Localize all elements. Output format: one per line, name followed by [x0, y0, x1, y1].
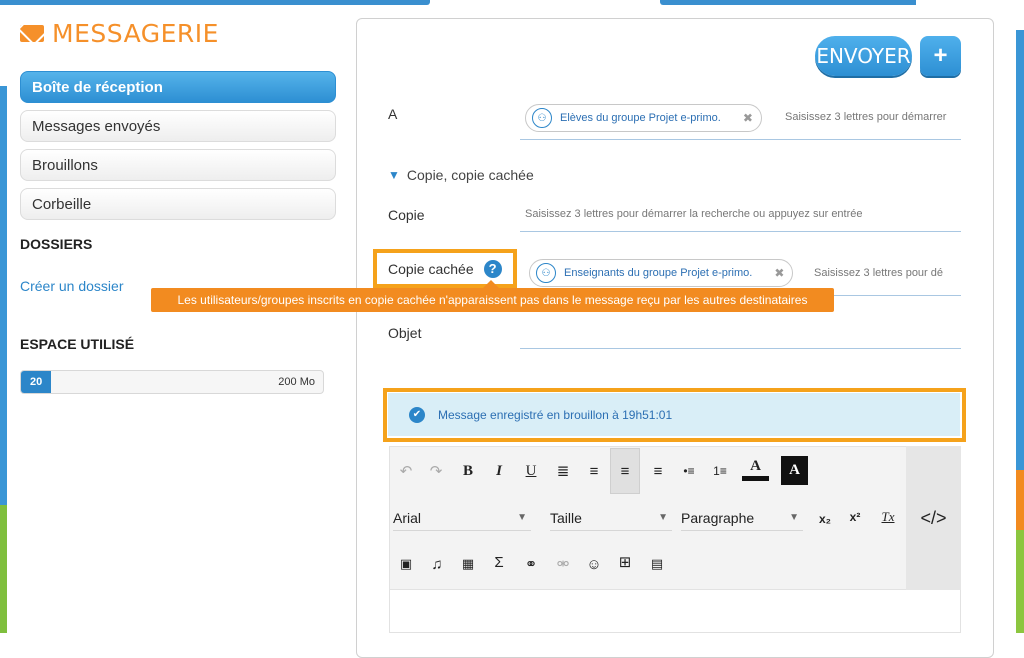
to-label: A — [388, 106, 398, 122]
to-underline — [520, 139, 961, 140]
top-decoration-bar — [660, 0, 916, 5]
numbered-list-icon[interactable]: 1≡ — [708, 459, 732, 483]
music-icon[interactable]: ♫ — [425, 552, 449, 576]
font-family-select[interactable]: Arial ▼ — [393, 505, 531, 531]
chevron-down-icon: ▼ — [658, 512, 668, 523]
clear-format-button[interactable]: Tx — [876, 505, 900, 529]
left-decoration-green — [0, 505, 7, 633]
document-icon[interactable]: ▤ — [645, 552, 669, 576]
text-color-icon[interactable]: A — [742, 457, 769, 481]
bcc-tooltip: Les utilisateurs/groupes inscrits en cop… — [151, 288, 834, 312]
link-icon[interactable]: ⚭ — [519, 552, 543, 576]
sidebar-item-drafts[interactable]: Brouillons — [20, 149, 336, 181]
superscript-button[interactable]: x² — [843, 505, 867, 529]
group-icon: ⚇ — [536, 263, 556, 283]
table-icon[interactable]: ⊞ — [613, 550, 637, 574]
subscript-button[interactable]: x₂ — [813, 507, 837, 531]
align-right-icon[interactable]: ≡ — [646, 459, 670, 483]
font-size-value: Taille — [550, 509, 582, 526]
draft-notice-text: Message enregistré en brouillon à 19h51:… — [438, 407, 673, 422]
undo-icon[interactable]: ↶ — [394, 459, 418, 483]
envelope-icon — [20, 24, 44, 42]
right-decoration-orange — [1016, 470, 1024, 530]
remove-chip-icon[interactable]: ✖ — [743, 111, 753, 125]
chevron-down-icon: ▼ — [789, 512, 799, 523]
background-color-icon[interactable]: A — [781, 456, 808, 485]
sidebar-item-label: Corbeille — [32, 195, 92, 213]
storage-used-value: 20 — [21, 371, 52, 393]
italic-button[interactable]: I — [487, 459, 511, 483]
bullet-list-icon[interactable]: •≡ — [677, 459, 701, 483]
bcc-search-input[interactable]: Saisissez 3 lettres pour dé — [814, 267, 961, 279]
video-icon[interactable]: ▦ — [456, 552, 480, 576]
cc-label: Copie — [388, 207, 425, 223]
sidebar-item-sent[interactable]: Messages envoyés — [20, 110, 336, 142]
remove-chip-icon[interactable]: ✖ — [774, 266, 784, 280]
redo-icon[interactable]: ↷ — [424, 459, 448, 483]
unlink-icon[interactable]: ⚮ — [551, 552, 575, 576]
subject-input[interactable] — [520, 348, 961, 349]
create-folder-link[interactable]: Créer un dossier — [20, 278, 124, 294]
format-select[interactable]: Paragraphe ▼ — [681, 505, 803, 531]
storage-usage-bar: 20 200 Mo — [20, 370, 324, 394]
align-center-icon[interactable]: ≡ — [582, 459, 606, 483]
bcc-recipient-chip[interactable]: ⚇ Enseignants du groupe Projet e-primo. … — [529, 259, 794, 287]
to-search-input[interactable]: Saisissez 3 lettres pour démarrer — [785, 111, 961, 123]
image-icon[interactable]: ▣ — [394, 552, 418, 576]
recipient-chip-label: Elèves du groupe Projet e-primo. — [560, 112, 721, 124]
font-size-select[interactable]: Taille ▼ — [550, 505, 672, 531]
bcc-chip-label: Enseignants du groupe Projet e-primo. — [564, 267, 753, 279]
chevron-down-icon: ▼ — [517, 512, 527, 523]
sidebar-item-trash[interactable]: Corbeille — [20, 188, 336, 220]
storage-total-value: 200 Mo — [278, 376, 315, 388]
cc-toggle-label: Copie, copie cachée — [406, 167, 534, 183]
align-left-icon[interactable]: ≡ — [610, 448, 640, 494]
sidebar-item-inbox[interactable]: Boîte de réception — [20, 71, 336, 103]
storage-heading: ESPACE UTILISÉ — [20, 336, 135, 352]
justify-icon[interactable]: ≣ — [551, 459, 575, 483]
recipient-chip[interactable]: ⚇ Elèves du groupe Projet e-primo. ✖ — [525, 104, 762, 132]
help-icon[interactable]: ? — [483, 259, 502, 278]
triangle-down-icon: ▼ — [388, 168, 400, 182]
bcc-label: Copie cachée — [388, 260, 474, 277]
font-family-value: Arial — [393, 509, 422, 526]
draft-notice: ✔ Message enregistré en brouillon à 19h5… — [388, 393, 960, 436]
group-icon: ⚇ — [532, 108, 552, 128]
send-button[interactable]: ENVOYER — [815, 36, 912, 76]
subject-label: Objet — [388, 325, 422, 341]
app-title: MESSAGERIE — [20, 18, 219, 48]
smiley-icon[interactable]: ☺ — [582, 552, 606, 576]
source-code-button[interactable]: </> — [906, 446, 961, 590]
editor-body[interactable] — [389, 590, 961, 633]
sidebar-item-label: Brouillons — [32, 156, 98, 174]
sidebar-item-label: Messages envoyés — [32, 117, 161, 135]
underline-button[interactable]: U — [519, 459, 543, 483]
folders-heading: DOSSIERS — [20, 236, 93, 252]
cc-search-input[interactable]: Saisissez 3 lettres pour démarrer la rec… — [525, 208, 961, 220]
top-decoration-bar — [0, 0, 430, 5]
cc-toggle[interactable]: ▼ Copie, copie cachée — [388, 167, 534, 183]
cc-underline — [520, 231, 961, 232]
add-button[interactable]: + — [920, 36, 961, 76]
check-circle-icon: ✔ — [409, 406, 425, 423]
code-icon: </> — [920, 507, 947, 528]
format-value: Paragraphe — [681, 509, 755, 526]
right-decoration-green — [1016, 530, 1024, 633]
sigma-icon[interactable]: Σ — [487, 550, 511, 574]
sidebar-item-label: Boîte de réception — [32, 78, 163, 96]
app-title-text: MESSAGERIE — [52, 18, 219, 48]
bold-button[interactable]: B — [456, 459, 480, 483]
tooltip-arrow — [483, 280, 499, 288]
